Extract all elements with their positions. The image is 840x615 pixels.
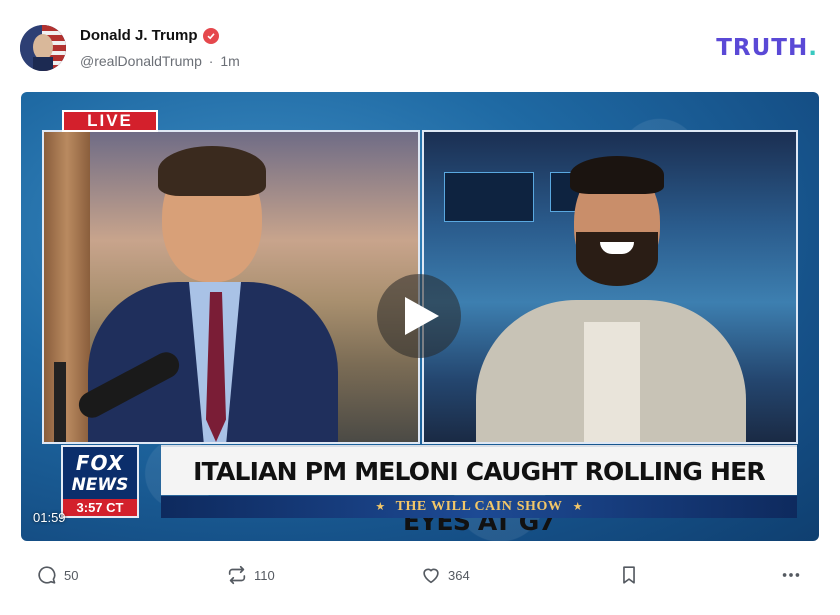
chyron-headline: ITALIAN PM MELONI CAUGHT ROLLING HER EYE… <box>193 457 766 536</box>
play-button[interactable] <box>377 274 461 358</box>
logo-dot: . <box>808 35 818 61</box>
show-prefix: THE <box>395 499 427 514</box>
author-handle[interactable]: @realDonaldTrump <box>80 53 202 69</box>
star-icon: ★ <box>572 501 583 513</box>
broadcast-clock: 3:57 CT <box>63 499 137 516</box>
more-icon <box>782 573 800 577</box>
guest-shirt <box>584 322 640 442</box>
author-name[interactable]: Donald J. Trump <box>80 27 198 44</box>
retruth-button[interactable]: 110 <box>226 560 275 590</box>
video-player[interactable]: LIVE FOX NEWS 3:57 CT ITALIAN PM MELONI … <box>21 92 819 541</box>
video-duration: 01:59 <box>33 510 66 525</box>
handle-row: @realDonaldTrump · 1m <box>80 53 243 69</box>
star-icon: ★ <box>375 501 386 513</box>
video-frame-guest <box>422 130 798 444</box>
guest-beard <box>576 232 658 286</box>
guest-hair <box>570 156 664 194</box>
logo-text: TRUTH <box>716 35 809 61</box>
reply-button[interactable]: 50 <box>36 560 78 590</box>
show-name: WILL CAIN <box>431 499 513 514</box>
retruth-icon <box>228 565 246 585</box>
show-bar: ★ THE WILL CAIN SHOW ★ <box>161 496 797 518</box>
mic-arm <box>54 362 66 442</box>
network-line2: NEWS <box>71 475 129 495</box>
bookmark-button[interactable] <box>618 560 640 590</box>
fox-news-logo: FOX NEWS 3:57 CT <box>61 445 139 518</box>
network-line1: FOX <box>75 451 125 475</box>
like-count: 364 <box>448 567 470 583</box>
retruth-count: 110 <box>254 567 275 583</box>
chyron: ITALIAN PM MELONI CAUGHT ROLLING HER EYE… <box>161 445 797 536</box>
truth-logo[interactable]: TRUTH. <box>716 35 818 61</box>
anchor-hair <box>158 146 266 196</box>
show-suffix: SHOW <box>516 499 563 514</box>
reply-icon <box>38 566 56 584</box>
avatar[interactable] <box>20 25 66 71</box>
post-time[interactable]: 1m <box>220 53 239 69</box>
post-header: Donald J. Trump @realDonaldTrump · 1m TR… <box>20 22 820 74</box>
video-frame-anchor <box>42 130 420 444</box>
bookmark-icon <box>623 566 635 584</box>
more-options-button[interactable] <box>780 560 802 590</box>
separator: · <box>208 53 214 69</box>
studio-screen <box>444 172 534 222</box>
live-badge: LIVE <box>62 110 158 132</box>
heart-icon <box>423 568 439 584</box>
verified-badge-icon <box>203 28 219 44</box>
like-button[interactable]: 364 <box>420 560 470 590</box>
reply-count: 50 <box>64 567 79 583</box>
action-bar: 50 110 364 <box>20 560 820 590</box>
play-icon <box>405 297 439 335</box>
